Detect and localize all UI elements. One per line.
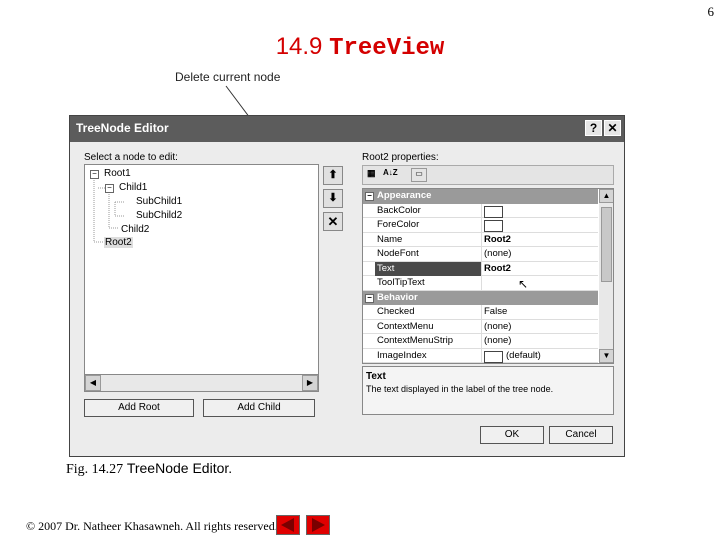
column-divider: [481, 319, 482, 334]
figure-text: TreeNode Editor.: [126, 460, 233, 476]
properties-label: Root2 properties:: [362, 152, 439, 163]
tree-node[interactable]: Child1: [119, 182, 147, 193]
property-grid[interactable]: − Appearance BackColor ForeColor Name Ro…: [362, 188, 614, 364]
property-row[interactable]: ToolTipText ↖: [363, 276, 598, 291]
category-behavior[interactable]: − Behavior: [363, 290, 598, 305]
property-value[interactable]: Root2: [484, 263, 511, 274]
column-divider: [481, 247, 482, 261]
property-row[interactable]: NodeFont (none): [363, 247, 598, 262]
scroll-thumb[interactable]: [601, 207, 612, 282]
arrow-left-icon: [281, 518, 294, 532]
ok-button[interactable]: OK: [480, 426, 544, 444]
property-vertical-scrollbar[interactable]: ▲ ▼: [599, 189, 613, 363]
property-value[interactable]: (none): [484, 248, 511, 259]
close-button[interactable]: ✕: [604, 120, 621, 136]
category-appearance[interactable]: − Appearance: [363, 189, 598, 204]
column-divider: [481, 348, 482, 363]
property-row[interactable]: ImageIndex (default): [363, 348, 598, 363]
alphabetical-icon[interactable]: A↓Z: [383, 168, 398, 177]
column-divider: [481, 334, 482, 348]
property-name: ToolTipText: [377, 277, 425, 288]
tree-lines: [93, 174, 125, 243]
image-swatch: [484, 350, 503, 363]
property-name: ForeColor: [377, 219, 420, 230]
title-bar: TreeNode Editor ? ✕: [70, 116, 624, 142]
tree-node[interactable]: SubChild2: [136, 210, 182, 221]
property-value[interactable]: (none): [484, 321, 511, 332]
previous-slide-button[interactable]: [276, 515, 300, 535]
property-value[interactable]: (none): [484, 335, 511, 346]
property-value[interactable]: (default): [506, 350, 541, 361]
tree-node[interactable]: Child2: [121, 224, 149, 235]
tree-node[interactable]: SubChild1: [136, 196, 182, 207]
scroll-right-icon[interactable]: ▶: [302, 375, 318, 391]
tree-node-selected[interactable]: Root2: [104, 237, 133, 248]
description-title: Text: [366, 371, 386, 382]
property-row[interactable]: ContextMenu (none): [363, 319, 598, 334]
property-row-selected[interactable]: Text Root2: [363, 261, 598, 276]
dialog-title: TreeNode Editor: [76, 121, 169, 135]
scroll-down-icon[interactable]: ▼: [599, 349, 613, 363]
properties-toolbar: ▦ A↓Z ▭: [362, 165, 614, 185]
category-label: Behavior: [377, 291, 418, 303]
collapse-icon[interactable]: −: [105, 184, 114, 193]
property-name: Checked: [377, 306, 415, 317]
property-value[interactable]: Root2: [484, 234, 511, 245]
category-label: Appearance: [377, 190, 432, 201]
collapse-icon[interactable]: −: [365, 293, 374, 303]
property-value[interactable]: False: [484, 306, 507, 317]
collapse-icon[interactable]: −: [365, 192, 374, 201]
property-name: NodeFont: [377, 248, 419, 259]
move-down-button[interactable]: ⬇: [323, 189, 343, 208]
column-divider: [481, 203, 482, 218]
property-row[interactable]: ForeColor: [363, 218, 598, 233]
description-pane: Text The text displayed in the label of …: [362, 366, 614, 415]
scroll-up-icon[interactable]: ▲: [599, 189, 613, 203]
column-divider: [481, 232, 482, 247]
property-name: ContextMenu: [377, 320, 434, 332]
color-swatch: [484, 205, 503, 218]
column-divider: [481, 218, 482, 232]
tree-horizontal-scrollbar[interactable]: ◀ ▶: [84, 374, 319, 392]
delete-node-button[interactable]: ✕: [323, 212, 343, 231]
add-child-button[interactable]: Add Child: [203, 399, 315, 417]
property-name: Text: [377, 262, 395, 274]
next-slide-button[interactable]: [306, 515, 330, 535]
property-name: Name: [377, 233, 403, 245]
arrow-right-icon: [312, 518, 325, 532]
property-row[interactable]: Checked False: [363, 305, 598, 320]
property-row[interactable]: ContextMenuStrip (none): [363, 334, 598, 349]
copyright-footer: © 2007 Dr. Natheer Khasawneh. All rights…: [26, 519, 278, 533]
figure-caption: Fig. 14.27 TreeNode Editor.: [66, 460, 232, 478]
property-pages-icon[interactable]: ▭: [411, 168, 427, 182]
scroll-left-icon[interactable]: ◀: [85, 375, 101, 391]
property-name: ContextMenuStrip: [377, 335, 454, 346]
mouse-cursor-icon: ↖: [518, 277, 529, 291]
add-root-button[interactable]: Add Root: [84, 399, 194, 417]
categorized-icon[interactable]: ▦: [367, 168, 376, 179]
property-name: BackColor: [377, 204, 421, 216]
collapse-icon[interactable]: −: [90, 170, 99, 179]
color-swatch: [484, 220, 503, 232]
tree-node[interactable]: Root1: [104, 168, 131, 179]
column-divider: [481, 305, 482, 319]
description-text: The text displayed in the label of the t…: [366, 384, 554, 394]
select-node-label: Select a node to edit:: [84, 152, 178, 163]
node-tree[interactable]: − Root1 − Child1 SubChild1 SubChild2 Chi…: [84, 164, 319, 392]
help-button[interactable]: ?: [585, 120, 602, 136]
figure-number: Fig. 14.27: [66, 462, 124, 477]
cancel-button[interactable]: Cancel: [549, 426, 613, 444]
property-row[interactable]: Name Root2: [363, 232, 598, 247]
treenode-editor-dialog: TreeNode Editor ? ✕ Select a node to edi…: [69, 115, 625, 457]
column-divider: [481, 261, 482, 276]
property-row[interactable]: BackColor: [363, 203, 598, 218]
property-name: ImageIndex: [377, 349, 427, 361]
move-up-button[interactable]: ⬆: [323, 166, 343, 185]
column-divider: [481, 276, 482, 290]
